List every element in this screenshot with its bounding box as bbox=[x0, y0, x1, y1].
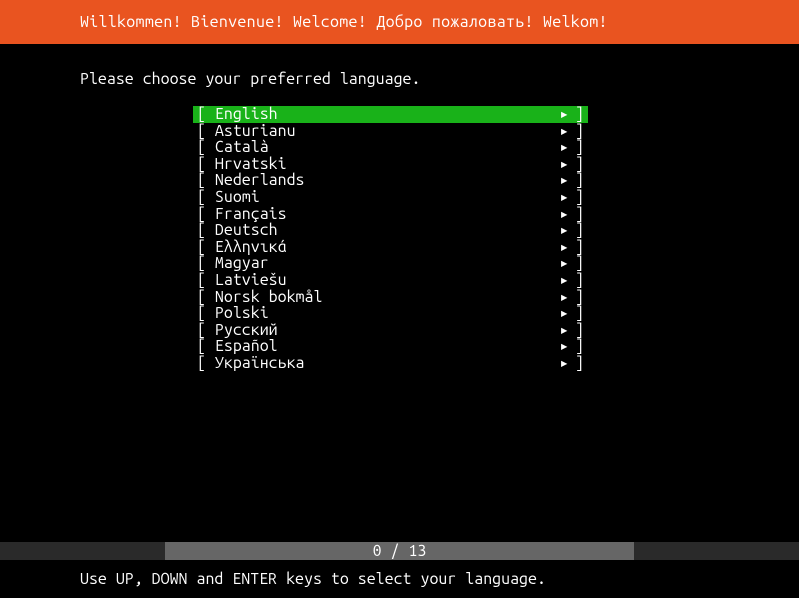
bracket-left: [ bbox=[197, 305, 215, 322]
language-option[interactable]: [ Català ▸] bbox=[193, 139, 588, 156]
language-option[interactable]: [ Magyar ▸] bbox=[193, 255, 588, 272]
language-label: Français bbox=[215, 206, 287, 223]
chevron-right-icon: ▸ bbox=[559, 123, 569, 140]
language-label: Hrvatski bbox=[215, 156, 287, 173]
bracket-right: ] bbox=[575, 156, 584, 173]
bracket-right: ] bbox=[575, 305, 584, 322]
bracket-left: [ bbox=[197, 106, 215, 123]
bracket-right: ] bbox=[575, 206, 584, 223]
language-option[interactable]: [ Русский ▸] bbox=[193, 322, 588, 339]
chevron-right-icon: ▸ bbox=[559, 355, 569, 372]
language-label: Català bbox=[215, 139, 269, 156]
welcome-text: Willkommen! Bienvenue! Welcome! Добро по… bbox=[80, 13, 608, 31]
bracket-left: [ bbox=[197, 355, 215, 372]
language-label: Magyar bbox=[215, 255, 269, 272]
chevron-right-icon: ▸ bbox=[559, 255, 569, 272]
language-option[interactable]: [ Polski ▸] bbox=[193, 305, 588, 322]
header-bar: Willkommen! Bienvenue! Welcome! Добро по… bbox=[0, 0, 799, 44]
bracket-left: [ bbox=[197, 322, 215, 339]
progress-bar: 0 / 13 bbox=[0, 542, 799, 560]
language-option[interactable]: [ Español ▸] bbox=[193, 338, 588, 355]
bracket-right: ] bbox=[575, 289, 584, 306]
language-option[interactable]: [ Suomi ▸] bbox=[193, 189, 588, 206]
bracket-right: ] bbox=[575, 355, 584, 372]
language-option[interactable]: [ Nederlands ▸] bbox=[193, 172, 588, 189]
language-label: Latviešu bbox=[215, 272, 287, 289]
bracket-left: [ bbox=[197, 206, 215, 223]
bracket-right: ] bbox=[575, 272, 584, 289]
language-list: [ English▸][ Asturianu▸][ Català▸][ Hrva… bbox=[193, 106, 588, 372]
chevron-right-icon: ▸ bbox=[559, 172, 569, 189]
language-label: Deutsch bbox=[215, 222, 278, 239]
language-label: Asturianu bbox=[215, 123, 296, 140]
bracket-right: ] bbox=[575, 322, 584, 339]
language-label: Norsk bokmål bbox=[215, 289, 323, 306]
language-label: Nederlands bbox=[215, 172, 305, 189]
bracket-right: ] bbox=[575, 106, 584, 123]
language-label: Español bbox=[215, 338, 278, 355]
language-label: Ελληνικά bbox=[215, 239, 287, 256]
bracket-right: ] bbox=[575, 222, 584, 239]
language-option[interactable]: [ Asturianu ▸] bbox=[193, 123, 588, 140]
bracket-right: ] bbox=[575, 172, 584, 189]
language-option[interactable]: [ Français ▸] bbox=[193, 206, 588, 223]
bracket-left: [ bbox=[197, 172, 215, 189]
prompt-text: Please choose your preferred language. bbox=[0, 44, 799, 106]
chevron-right-icon: ▸ bbox=[559, 189, 569, 206]
bracket-right: ] bbox=[575, 239, 584, 256]
language-option[interactable]: [ Українська ▸] bbox=[193, 355, 588, 372]
chevron-right-icon: ▸ bbox=[559, 156, 569, 173]
language-option[interactable]: [ Ελληνικά ▸] bbox=[193, 239, 588, 256]
language-option[interactable]: [ Hrvatski ▸] bbox=[193, 156, 588, 173]
language-option[interactable]: [ Latviešu ▸] bbox=[193, 272, 588, 289]
chevron-right-icon: ▸ bbox=[559, 206, 569, 223]
chevron-right-icon: ▸ bbox=[559, 322, 569, 339]
language-option[interactable]: [ English ▸] bbox=[193, 106, 588, 123]
chevron-right-icon: ▸ bbox=[559, 289, 569, 306]
chevron-right-icon: ▸ bbox=[559, 305, 569, 322]
bracket-left: [ bbox=[197, 156, 215, 173]
bracket-right: ] bbox=[575, 338, 584, 355]
language-label: Suomi bbox=[215, 189, 260, 206]
bracket-left: [ bbox=[197, 255, 215, 272]
language-label: Polski bbox=[215, 305, 269, 322]
progress-text: 0 / 13 bbox=[373, 542, 427, 560]
language-label: Русский bbox=[215, 322, 278, 339]
chevron-right-icon: ▸ bbox=[559, 222, 569, 239]
bracket-left: [ bbox=[197, 289, 215, 306]
bracket-left: [ bbox=[197, 338, 215, 355]
bracket-right: ] bbox=[575, 123, 584, 140]
bracket-left: [ bbox=[197, 222, 215, 239]
language-label: Українська bbox=[215, 355, 305, 372]
language-option[interactable]: [ Norsk bokmål ▸] bbox=[193, 289, 588, 306]
bracket-left: [ bbox=[197, 272, 215, 289]
chevron-right-icon: ▸ bbox=[559, 106, 569, 123]
footer-hint: Use UP, DOWN and ENTER keys to select yo… bbox=[0, 570, 799, 588]
bracket-left: [ bbox=[197, 139, 215, 156]
bracket-right: ] bbox=[575, 255, 584, 272]
bracket-left: [ bbox=[197, 123, 215, 140]
language-label: English bbox=[215, 106, 278, 123]
bracket-left: [ bbox=[197, 189, 215, 206]
language-option[interactable]: [ Deutsch ▸] bbox=[193, 222, 588, 239]
chevron-right-icon: ▸ bbox=[559, 239, 569, 256]
bracket-left: [ bbox=[197, 239, 215, 256]
chevron-right-icon: ▸ bbox=[559, 338, 569, 355]
chevron-right-icon: ▸ bbox=[559, 139, 569, 156]
bracket-right: ] bbox=[575, 139, 584, 156]
chevron-right-icon: ▸ bbox=[559, 272, 569, 289]
bracket-right: ] bbox=[575, 189, 584, 206]
